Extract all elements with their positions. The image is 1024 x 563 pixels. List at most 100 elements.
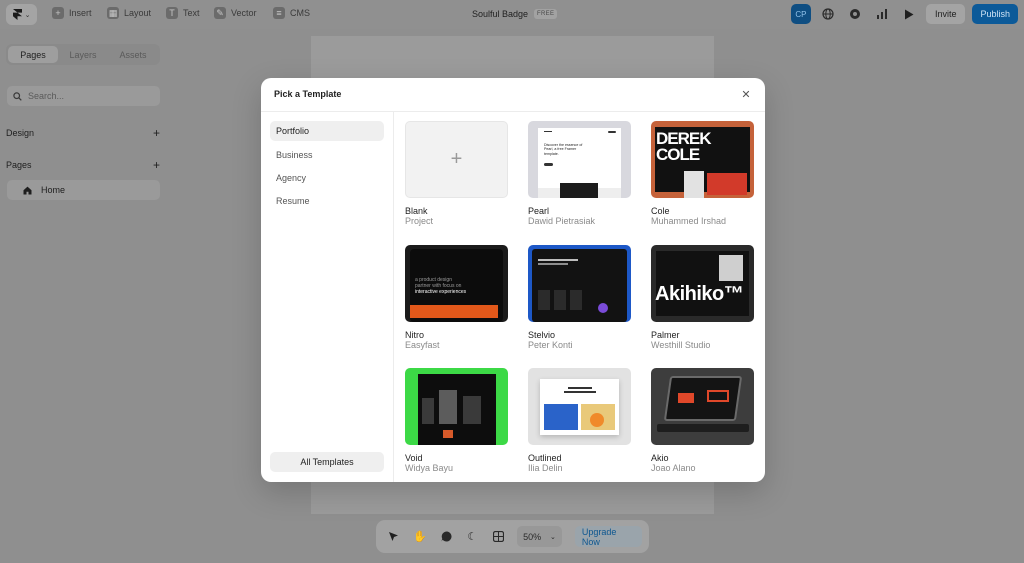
search-input[interactable] (28, 91, 148, 101)
template-author: Ilia Delin (528, 463, 563, 473)
thumbnail-line (538, 263, 568, 265)
text-tool[interactable]: T Text (166, 7, 200, 19)
user-avatar[interactable]: CP (790, 4, 811, 24)
framer-menu-button[interactable]: ⌄ (6, 4, 37, 25)
template-thumbnail: a product design partner with focus on i… (405, 245, 508, 322)
comment-tool-button[interactable] (435, 526, 456, 548)
database-icon: ≡ (273, 7, 285, 19)
insert-tool[interactable]: + Insert (52, 7, 92, 19)
template-name: Void (405, 453, 423, 463)
layout-label: Layout (124, 8, 152, 18)
tab-layers[interactable]: Layers (58, 46, 108, 63)
bottom-toolbar: ✋ ☾ 50% ⌄ Upgrade Now (376, 520, 649, 553)
pen-icon: ✎ (214, 7, 226, 19)
template-author: Joao Alano (651, 463, 696, 473)
text-icon: T (166, 7, 178, 19)
category-agency[interactable]: Agency (270, 168, 384, 188)
template-card-nitro[interactable]: a product design partner with focus on i… (405, 245, 508, 350)
template-thumbnail (528, 368, 631, 445)
template-thumbnail (651, 368, 754, 445)
properties-panel (854, 35, 1024, 563)
thumbnail-line (544, 163, 553, 166)
add-page-icon[interactable]: + (153, 159, 160, 171)
thumbnail-line (564, 391, 596, 393)
preview-button[interactable] (899, 4, 919, 24)
upgrade-button[interactable]: Upgrade Now (574, 526, 642, 547)
template-picker-modal: Pick a Template ✕ Portfolio Business Age… (261, 78, 765, 482)
thumbnail-block (657, 424, 749, 432)
design-label: Design (6, 128, 35, 138)
thumbnail-page: Discover the essence of Pearl, a free Fr… (538, 128, 621, 198)
tab-assets[interactable]: Assets (108, 46, 158, 63)
category-resume[interactable]: Resume (270, 191, 384, 211)
template-card-outlined[interactable]: Outlined Ilia Delin (528, 368, 631, 473)
close-icon: ✕ (741, 88, 751, 101)
plus-square-icon: + (52, 7, 64, 19)
project-name: Soulful Badge (472, 9, 529, 19)
vector-tool[interactable]: ✎ Vector (214, 7, 257, 19)
page-item-label: Home (41, 185, 66, 195)
left-sidebar: Pages Layers Assets Design + Pages + Hom… (0, 35, 171, 563)
template-thumbnail: + (405, 121, 508, 198)
project-title[interactable]: Soulful Badge FREE (472, 9, 558, 19)
template-name: Nitro (405, 330, 425, 340)
hand-tool-button[interactable]: ✋ (409, 526, 430, 548)
template-card-cole[interactable]: DEREK COLE Cole Muhammed Irshad (651, 121, 754, 226)
play-icon (904, 9, 914, 19)
template-thumbnail (528, 245, 631, 322)
template-card-stelvio[interactable]: Stelvio Peter Konti (528, 245, 631, 350)
modal-header: Pick a Template ✕ (261, 78, 765, 112)
settings-button[interactable] (845, 4, 865, 24)
add-design-icon[interactable]: + (153, 127, 160, 139)
template-card-pearl[interactable]: Discover the essence of Pearl, a free Fr… (528, 121, 631, 226)
template-card-akio[interactable]: Akio Joao Alano (651, 368, 754, 473)
publish-button[interactable]: Publish (972, 4, 1018, 24)
template-author: Widya Bayu (405, 463, 454, 473)
invite-button[interactable]: Invite (925, 4, 966, 24)
template-thumbnail: Akihiko™ (651, 245, 754, 322)
top-toolbar: ⌄ + Insert ▦ Layout T Text ✎ Vector ≡ CM… (0, 0, 1024, 29)
thumbnail-line: interactive experiences (415, 289, 467, 295)
select-tool-button[interactable] (383, 526, 404, 548)
template-author: Easyfast (405, 340, 440, 350)
thumbnail-block (598, 303, 608, 313)
tab-pages[interactable]: Pages (8, 46, 58, 63)
template-name: Palmer (651, 330, 680, 340)
analytics-button[interactable] (872, 4, 892, 24)
grid-button[interactable] (488, 526, 509, 548)
home-icon (23, 186, 32, 194)
template-card-palmer[interactable]: Akihiko™ Palmer Westhill Studio (651, 245, 754, 350)
grid-icon (492, 531, 504, 542)
vector-label: Vector (231, 8, 257, 18)
moon-icon: ☾ (467, 531, 478, 543)
plan-badge: FREE (534, 9, 558, 19)
template-thumbnail: Discover the essence of Pearl, a free Fr… (528, 121, 631, 198)
text-label: Text (183, 8, 200, 18)
pages-section: Pages + (6, 159, 160, 171)
layout-tool[interactable]: ▦ Layout (107, 7, 151, 19)
layout-icon: ▦ (107, 7, 119, 19)
globe-button[interactable] (818, 4, 838, 24)
category-portfolio[interactable]: Portfolio (270, 121, 384, 141)
close-button[interactable]: ✕ (739, 87, 753, 101)
template-author: Peter Konti (528, 340, 573, 350)
chevron-down-icon: ⌄ (550, 533, 556, 541)
search-icon (13, 91, 22, 101)
thumbnail-heading: Akihiko™ (655, 283, 744, 305)
thumbnail-block (719, 255, 743, 281)
zoom-select[interactable]: 50% ⌄ (517, 526, 562, 547)
thumbnail-block (560, 184, 598, 198)
thumbnail-block (707, 173, 747, 195)
gear-icon (849, 9, 860, 19)
all-templates-button[interactable]: All Templates (270, 452, 384, 472)
page-item-home[interactable]: Home (7, 180, 160, 200)
bar-chart-icon (876, 9, 887, 19)
thumbnail-heading: DEREK COLE (656, 129, 712, 164)
thumbnail-line (568, 387, 592, 389)
template-card-void[interactable]: Void Widya Bayu (405, 368, 508, 473)
theme-toggle-button[interactable]: ☾ (462, 526, 483, 548)
category-business[interactable]: Business (270, 145, 384, 165)
template-name: Blank (405, 206, 428, 216)
template-card-blank[interactable]: + Blank Project (405, 121, 508, 226)
cms-tool[interactable]: ≡ CMS (273, 7, 310, 19)
